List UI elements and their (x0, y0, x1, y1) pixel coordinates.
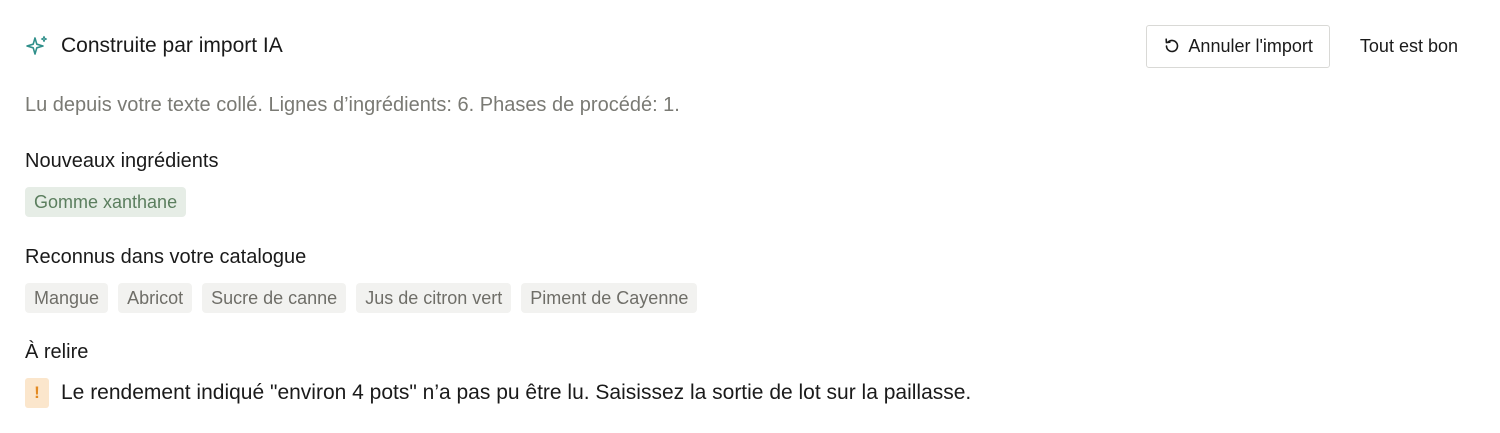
undo-import-button[interactable]: Annuler l'import (1146, 24, 1330, 68)
import-summary-text: Lu depuis votre texte collé. Lignes d’in… (25, 94, 680, 116)
undo-import-label: Annuler l'import (1188, 35, 1313, 56)
page-title: Construite par import IA (61, 34, 283, 57)
known-ingredients-label: Reconnus dans votre catalogue (25, 246, 307, 268)
new-ingredients-list: Gomme xanthane (25, 187, 187, 217)
known-ingredients-list: Mangue Abricot Sucre de canne Jus de cit… (25, 283, 698, 313)
known-ingredient-chip: Mangue (25, 283, 109, 313)
undo-icon (1163, 37, 1181, 55)
known-ingredient-chip: Abricot (118, 283, 193, 313)
header-actions: Annuler l'import Tout est bon (1146, 24, 1475, 68)
review-warning: ! Le rendement indiqué "environ 4 pots" … (25, 378, 971, 408)
known-ingredient-chip: Jus de citron vert (356, 283, 512, 313)
new-ingredients-label: Nouveaux ingrédients (25, 150, 219, 172)
new-ingredient-chip: Gomme xanthane (25, 187, 187, 217)
import-summary-panel: Construite par import IA Annuler l'impor… (0, 0, 1500, 433)
warning-message: Le rendement indiqué "environ 4 pots" n’… (61, 381, 972, 404)
known-ingredient-chip: Sucre de canne (202, 283, 347, 313)
sparkle-icon (25, 34, 49, 58)
title-group: Construite par import IA (25, 34, 283, 58)
warning-icon: ! (25, 378, 49, 408)
review-label: À relire (25, 341, 89, 363)
known-ingredient-chip: Piment de Cayenne (521, 283, 698, 313)
panel-header: Construite par import IA Annuler l'impor… (25, 24, 1475, 68)
confirm-button[interactable]: Tout est bon (1342, 25, 1475, 68)
